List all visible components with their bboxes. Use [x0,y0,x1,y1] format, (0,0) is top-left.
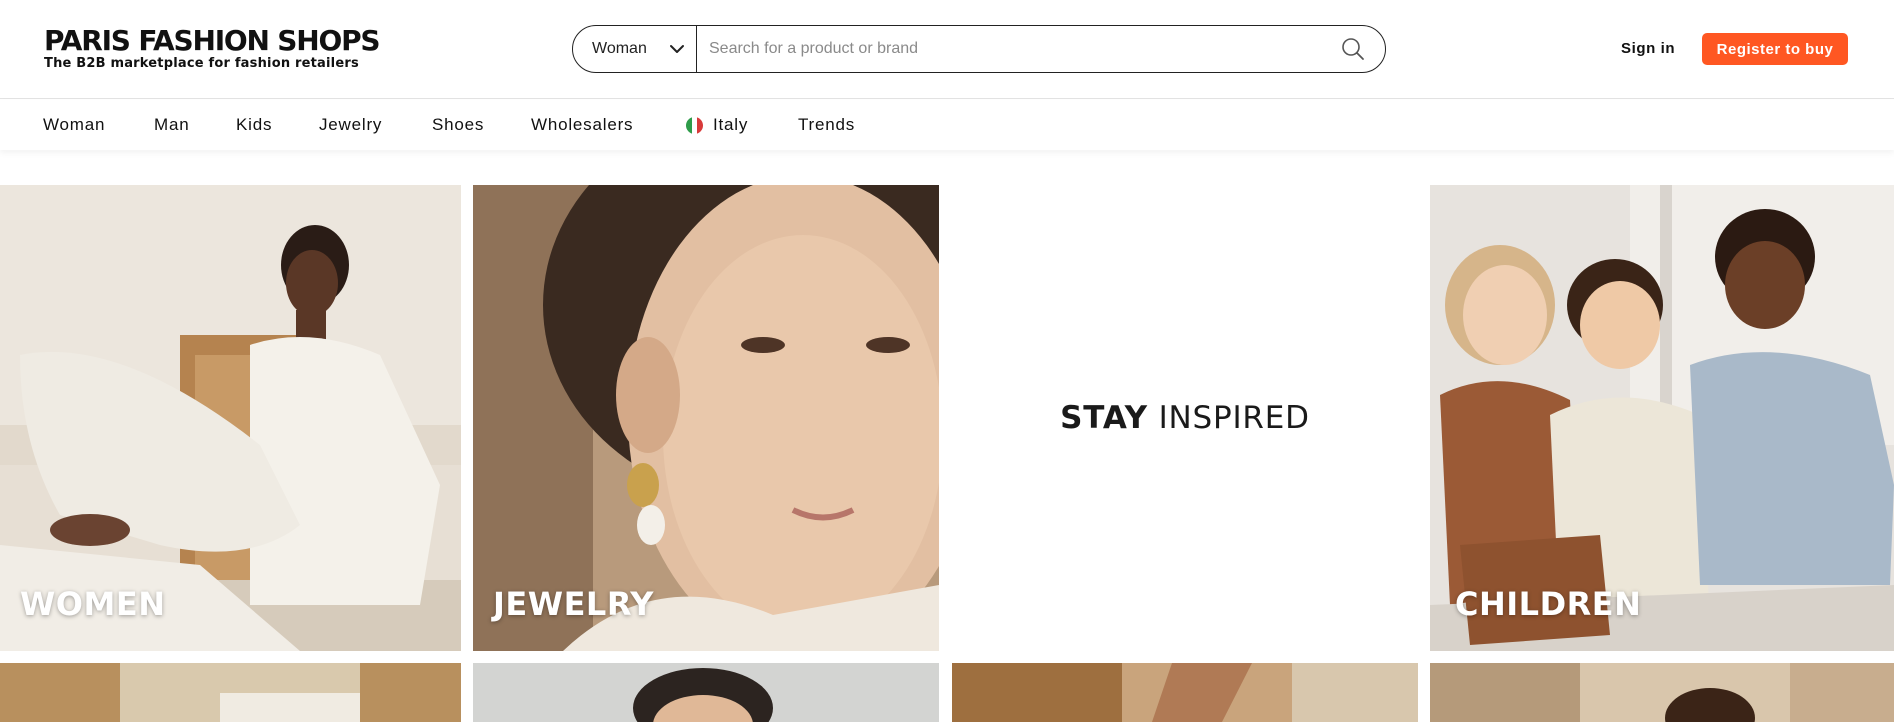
nav-item-woman[interactable]: Woman [43,115,105,135]
stay-inspired-bold: STAY [1060,400,1148,436]
stay-inspired-rest: INSPIRED [1158,400,1310,436]
tile-children-label: CHILDREN [1455,585,1642,623]
search-icon[interactable] [1339,35,1367,63]
tile-row2-1[interactable] [0,663,461,722]
search-input[interactable] [697,26,1339,72]
nav-item-man[interactable]: Man [154,115,189,135]
signin-link[interactable]: Sign in [1621,40,1675,57]
search-category-value: Woman [592,40,647,57]
row2-photo-2 [473,663,939,722]
search-bar: Woman [572,25,1386,73]
women-photo [0,185,461,651]
stay-inspired-block: STAY INSPIRED [952,185,1418,651]
tile-row2-2[interactable] [473,663,939,722]
nav-item-shoes[interactable]: Shoes [432,115,484,135]
italy-flag-icon [686,116,703,134]
row2-photo-1 [0,663,461,722]
site-header: PARIS FASHION SHOPS The B2B marketplace … [0,0,1894,99]
chevron-down-icon [670,45,684,53]
nav-item-jewelry[interactable]: Jewelry [319,115,382,135]
nav-item-kids[interactable]: Kids [236,115,272,135]
tile-jewelry[interactable]: JEWELRY [473,185,939,651]
nav-item-wholesalers[interactable]: Wholesalers [531,115,633,135]
logo-tagline: The B2B marketplace for fashion retailer… [44,56,359,71]
main-nav: Woman Man Kids Jewelry Shoes Wholesalers… [0,100,1894,150]
stay-inspired-heading: STAY INSPIRED [1060,400,1310,436]
tile-women[interactable]: WOMEN [0,185,461,651]
row2-photo-4 [1430,663,1894,722]
tile-women-label: WOMEN [20,585,166,623]
search-category-select[interactable]: Woman [573,26,697,72]
children-photo [1430,185,1894,651]
logo-title[interactable]: PARIS FASHION SHOPS [44,26,381,56]
nav-item-italy-label: Italy [713,115,749,134]
tile-jewelry-label: JEWELRY [493,585,654,623]
tile-row2-4[interactable] [1430,663,1894,722]
row2-photo-3 [952,663,1418,722]
tile-children[interactable]: CHILDREN [1430,185,1894,651]
jewelry-photo [473,185,939,651]
register-button[interactable]: Register to buy [1702,33,1848,65]
nav-item-trends[interactable]: Trends [798,115,855,135]
logo[interactable]: PARIS FASHION SHOPS The B2B marketplace … [44,26,381,71]
tile-row2-3[interactable] [952,663,1418,722]
nav-item-italy[interactable]: Italy [686,115,748,135]
